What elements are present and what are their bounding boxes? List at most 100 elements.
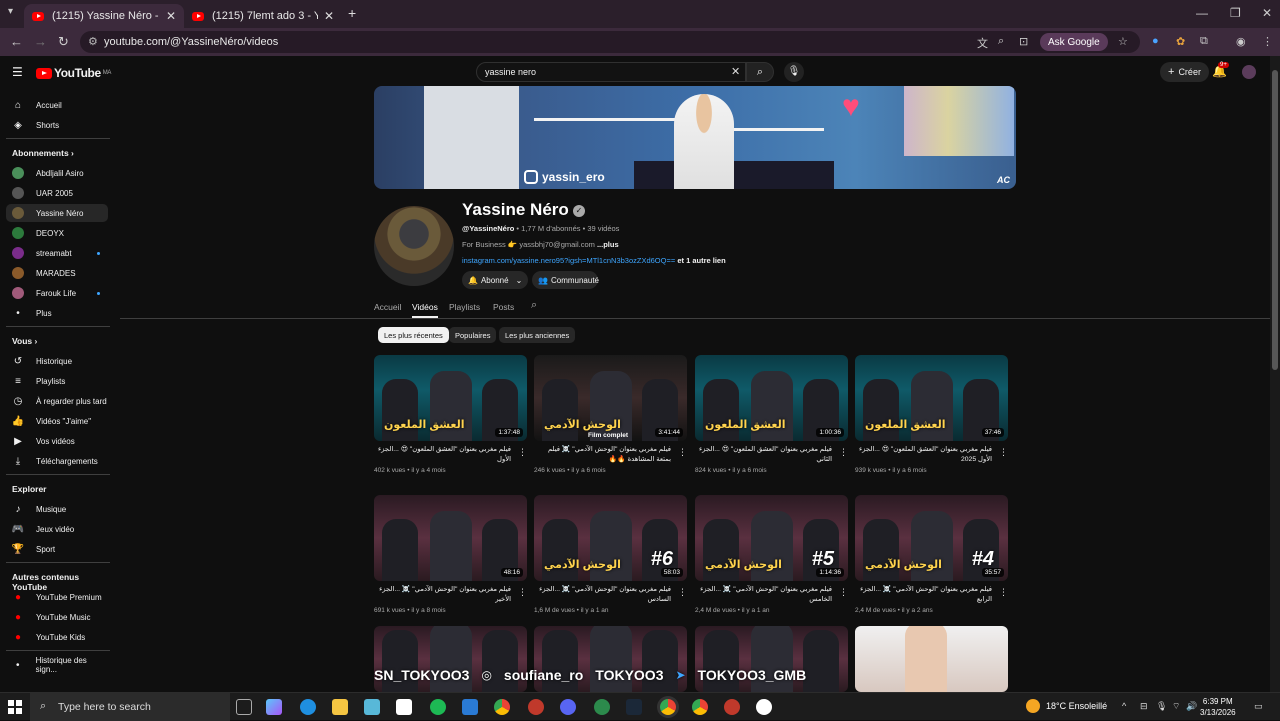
video-thumbnail[interactable]: العشق الملعون 1:00:36 — [695, 355, 848, 441]
back-icon[interactable]: ← — [10, 34, 23, 49]
video-title[interactable]: فيلم مغربي بعنوان "الوحش الآدمي" ☠️ ...ا… — [695, 585, 848, 605]
sidebar-item[interactable]: 🏆 Sport — [6, 540, 108, 558]
video-thumbnail[interactable]: العشق الملعون 1:37:48 — [374, 355, 527, 441]
sidebar-item[interactable]: DEOYX — [6, 224, 108, 242]
video-card[interactable]: الوحش الآدمي Film complet 3:41:44 فيلم مغرب… — [534, 355, 687, 474]
zoom-icon[interactable]: ⌕ — [998, 35, 1004, 48]
video-thumbnail[interactable]: الوحش الآدمي #4 35:57 — [855, 495, 1008, 581]
sidebar-item[interactable]: ◷ À regarder plus tard — [6, 392, 108, 410]
app-red-icon[interactable] — [528, 699, 544, 715]
app-icon[interactable] — [724, 699, 740, 715]
video-card[interactable]: 48:16 فيلم مغربي بعنوان "الوحش الآدمي" ☠️… — [374, 495, 527, 614]
ask-google-button[interactable]: Ask Google — [1040, 33, 1108, 51]
video-title[interactable]: فيلم مغربي بعنوان "الوحش الآدمي" ☠️ فيلم… — [534, 445, 687, 465]
sidebar-item[interactable]: ⤓ Téléchargements — [6, 452, 108, 470]
sidebar-item[interactable]: MARADES — [6, 264, 108, 282]
store-icon[interactable] — [396, 699, 412, 715]
sidebar-item[interactable]: ● YouTube Kids — [6, 628, 108, 646]
extension-orange-icon[interactable]: ✿ — [1176, 35, 1185, 48]
video-thumbnail[interactable]: الوحش الآدمي #6 58:03 — [534, 495, 687, 581]
channel-avatar[interactable] — [374, 206, 454, 286]
video-card[interactable] — [855, 626, 1008, 692]
video-menu-icon[interactable]: ⋮ — [999, 587, 1008, 598]
sidebar-item[interactable]: 👍 Vidéos "J'aime" — [6, 412, 108, 430]
app-icon[interactable] — [756, 699, 772, 715]
app-green-icon[interactable] — [594, 699, 610, 715]
taskbar-search[interactable]: ⌕ Type here to search — [30, 693, 230, 721]
sidebar-item[interactable]: ● YouTube Premium — [6, 588, 108, 606]
sidebar-item[interactable]: ● YouTube Music — [6, 608, 108, 626]
chrome-profile-icon[interactable] — [692, 699, 708, 715]
video-card[interactable]: الوحش الآدمي #4 35:57 فيلم مغربي بعنوان "ال… — [855, 495, 1008, 614]
sidebar-section-title[interactable]: Vous › — [12, 336, 37, 346]
video-menu-icon[interactable]: ⋮ — [518, 447, 527, 458]
search-input[interactable]: yassine nero — [476, 62, 746, 82]
edge-icon[interactable] — [300, 699, 316, 715]
steam-icon[interactable] — [626, 699, 642, 715]
video-card[interactable]: الوحش الآدمي #5 1:14:36 فيلم مغربي بعنوان "… — [695, 495, 848, 614]
page-scrollbar[interactable] — [1270, 56, 1280, 692]
volume-icon[interactable]: 🔊 — [1186, 701, 1197, 712]
description-more[interactable]: ...plus — [597, 240, 619, 249]
sidebar-section-title[interactable]: Abonnements › — [12, 148, 74, 158]
forward-icon[interactable]: → — [34, 34, 47, 49]
sidebar-item[interactable]: 🎮 Jeux vidéo — [6, 520, 108, 538]
extension-blue-icon[interactable]: ● — [1152, 35, 1159, 47]
tab-videos[interactable]: Vidéos — [412, 302, 438, 312]
network-icon[interactable]: ⌔ — [1172, 701, 1180, 712]
tray-app-icon[interactable]: ⊟ — [1140, 701, 1148, 712]
channel-link-more[interactable]: et 1 autre lien — [675, 256, 725, 265]
tab-close-icon[interactable]: ✕ — [324, 9, 334, 23]
video-title[interactable]: فيلم مغربي بعنوان "العشق الملعون" 😍 ...ا… — [374, 445, 527, 465]
sidebar-item[interactable]: UAR 2005 — [6, 184, 108, 202]
video-thumbnail[interactable]: 48:16 — [374, 495, 527, 581]
bookmark-star-icon[interactable]: ☆ — [1118, 35, 1128, 48]
scrollbar-thumb[interactable] — [1272, 70, 1278, 370]
sidebar-item[interactable]: Farouk Life — [6, 284, 108, 302]
video-title[interactable]: فيلم مغربي بعنوان "العشق الملعون" 😍 ...ا… — [695, 445, 848, 465]
sidebar-item[interactable]: ↺ Historique — [6, 352, 108, 370]
sidebar-item[interactable]: • Historique des sign... — [6, 656, 108, 674]
tab-close-icon[interactable]: ✕ — [166, 9, 176, 23]
video-title[interactable]: فيلم مغربي بعنوان "العشق الملعون" 😍 ...ا… — [855, 445, 1008, 465]
profile-icon[interactable]: ◉ — [1236, 35, 1246, 48]
new-tab-button[interactable]: + — [348, 5, 356, 21]
video-title[interactable]: فيلم مغربي بعنوان "الوحش الآدمي" ☠️ ...ا… — [855, 585, 1008, 605]
tray-chevron-icon[interactable]: ^ — [1122, 701, 1126, 711]
restore-icon[interactable]: ❐ — [1230, 6, 1241, 20]
discord-icon[interactable] — [560, 699, 576, 715]
mic-tray-icon[interactable]: 🎙 — [1156, 701, 1167, 712]
sidebar-item[interactable]: ◈ Shorts — [6, 116, 108, 134]
hamburger-menu-icon[interactable]: ☰ — [12, 65, 23, 79]
notification-center-icon[interactable]: ▭ — [1254, 701, 1263, 712]
youtube-logo[interactable]: YouTube MA — [36, 66, 111, 80]
sidebar-item[interactable]: streamabt — [6, 244, 108, 262]
video-card[interactable]: العشق الملعون 37:46 فيلم مغربي بعنوان "الع… — [855, 355, 1008, 474]
tab-7lemt-ado[interactable]: (1215) 7lemt ado 3 - YouTube ✕ — [184, 4, 342, 28]
video-thumbnail[interactable]: الوحش الآدمي Film complet 3:41:44 — [534, 355, 687, 441]
video-menu-icon[interactable]: ⋮ — [839, 587, 848, 598]
video-menu-icon[interactable]: ⋮ — [678, 447, 687, 458]
chip-oldest[interactable]: Les plus anciennes — [499, 327, 576, 343]
taskbar-clock[interactable]: 6:39 PM 3/13/2026 — [1200, 696, 1236, 718]
mic-icon[interactable]: 🎙 — [784, 62, 804, 82]
close-window-icon[interactable]: ✕ — [1262, 6, 1272, 20]
channel-link-url[interactable]: instagram.com/yassine.nero95?igsh=MTl1cn… — [462, 256, 675, 265]
mail-icon[interactable] — [462, 699, 478, 715]
spotify-icon[interactable] — [430, 699, 446, 715]
sidebar-item[interactable]: Abdljalil Asiro — [6, 164, 108, 182]
sidebar-item[interactable]: ≡ Playlists — [6, 372, 108, 390]
install-icon[interactable]: ⊡ — [1019, 35, 1028, 48]
windows-start-icon[interactable] — [8, 700, 22, 714]
video-thumbnail[interactable] — [855, 626, 1008, 692]
reload-icon[interactable]: ↻ — [58, 34, 69, 50]
video-card[interactable]: العشق الملعون 1:37:48 فيلم مغربي بعنوان "ا… — [374, 355, 527, 474]
task-view-icon[interactable] — [236, 699, 252, 715]
video-thumbnail[interactable]: العشق الملعون 37:46 — [855, 355, 1008, 441]
file-explorer-icon[interactable] — [332, 699, 348, 715]
sidebar-item[interactable]: Yassine Néro — [6, 204, 108, 222]
video-title[interactable]: فيلم مغربي بعنوان "الوحش الآدمي" ☠️ ...ا… — [534, 585, 687, 605]
account-avatar[interactable] — [1242, 65, 1256, 79]
video-menu-icon[interactable]: ⋮ — [678, 587, 687, 598]
video-title[interactable]: فيلم مغربي بعنوان "الوحش الآدمي" ☠️ ...ا… — [374, 585, 527, 605]
